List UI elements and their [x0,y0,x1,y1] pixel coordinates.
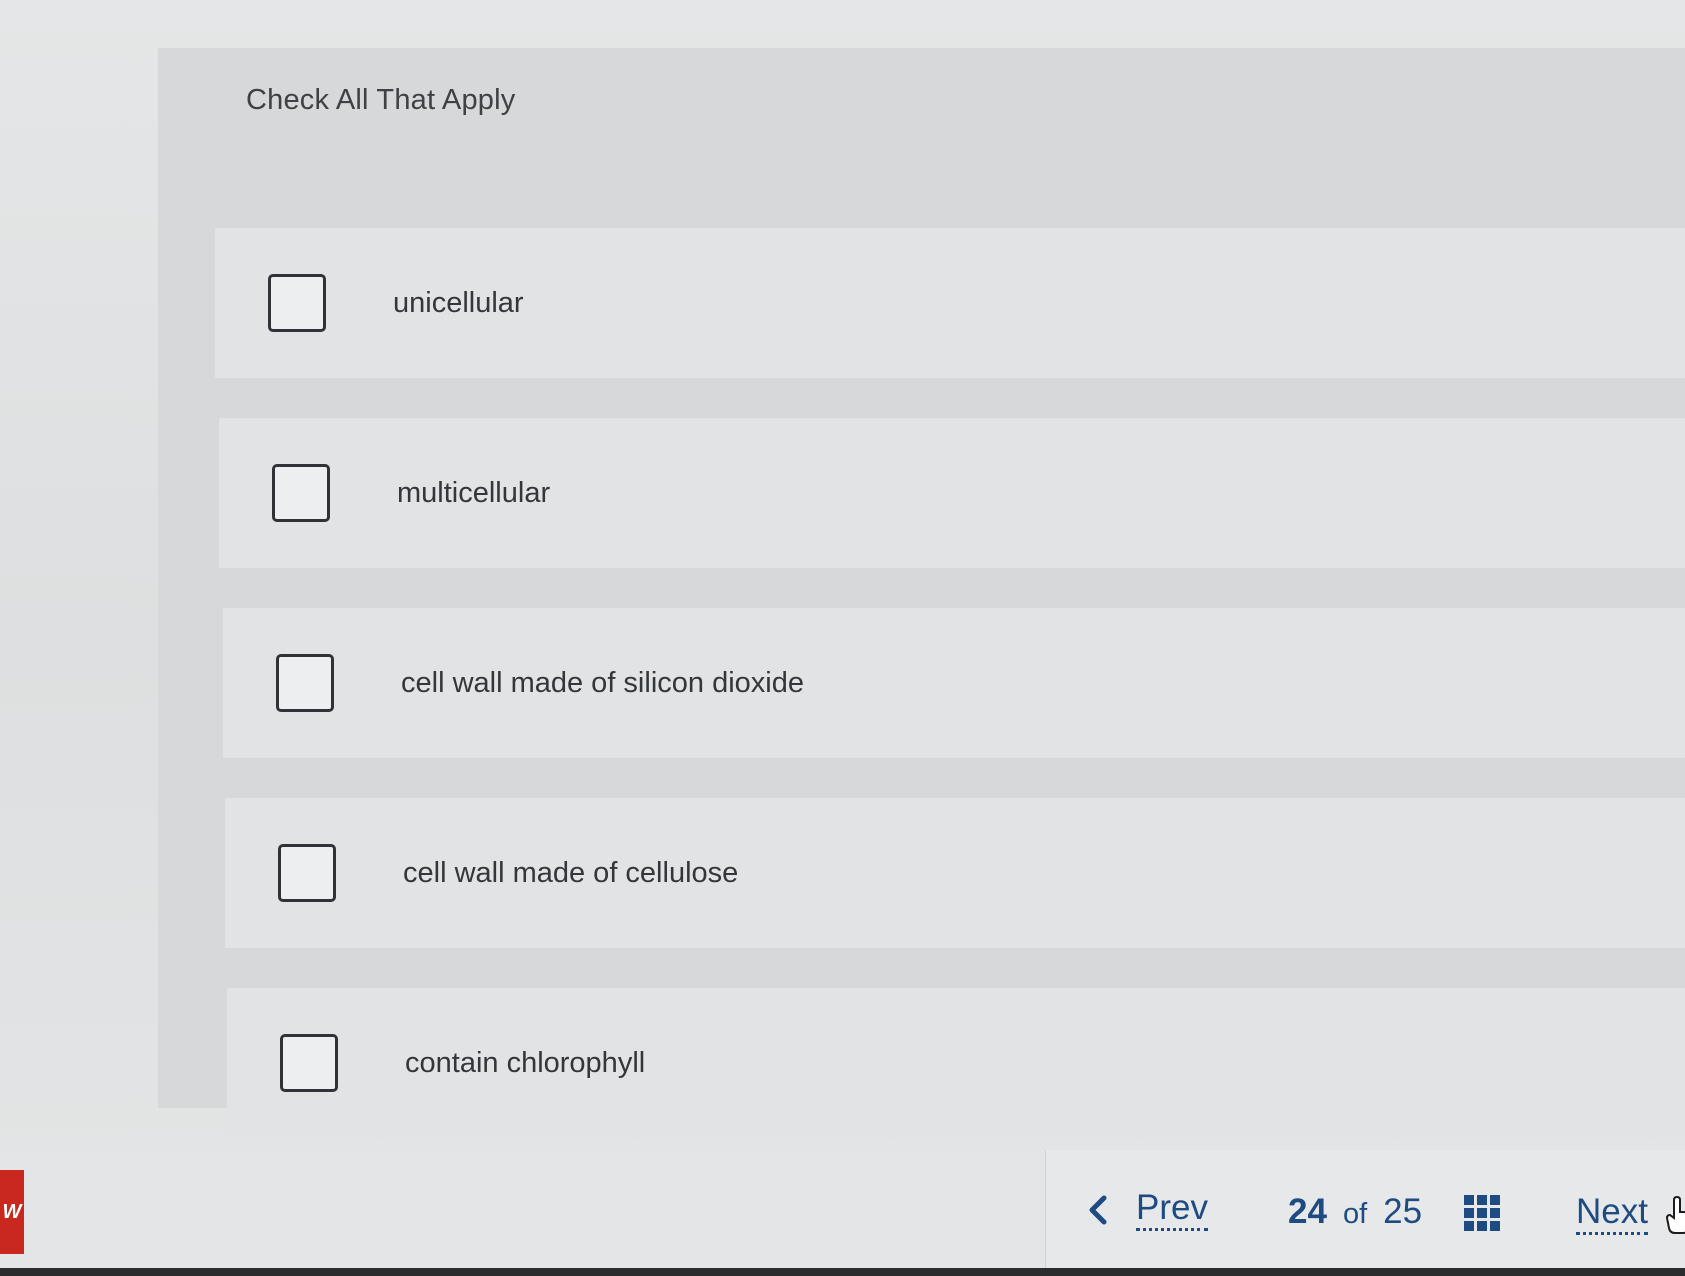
next-button[interactable]: Next [1576,1192,1648,1235]
option-checkbox[interactable] [280,1034,338,1092]
answer-option[interactable]: multicellular [219,418,1685,568]
option-checkbox[interactable] [278,844,336,902]
answer-option[interactable]: contain chlorophyll [227,988,1685,1138]
total-pages-number: 25 [1383,1192,1423,1231]
option-checkbox[interactable] [272,464,330,522]
question-instruction: Check All That Apply [246,84,516,116]
answer-options-list: unicellular multicellular cell wall made… [215,228,1685,1178]
answer-option[interactable]: cell wall made of silicon dioxide [223,608,1685,758]
option-label[interactable]: unicellular [393,287,524,320]
brand-logo-text: W [2,1200,22,1223]
answer-option[interactable]: cell wall made of cellulose [225,798,1685,948]
prev-button[interactable]: Prev [1080,1188,1208,1231]
page-counter: 24 of 25 [1288,1192,1422,1232]
option-label[interactable]: cell wall made of silicon dioxide [401,667,804,700]
option-checkbox[interactable] [276,654,334,712]
brand-logo: W [0,1170,24,1254]
screen-bottom-edge [0,1268,1685,1276]
option-label[interactable]: contain chlorophyll [405,1047,645,1080]
option-label[interactable]: multicellular [397,477,550,510]
option-checkbox[interactable] [268,274,326,332]
answer-option[interactable]: unicellular [215,228,1685,378]
page-of-label: of [1342,1198,1368,1230]
hand-cursor-icon [1666,1196,1685,1234]
option-label[interactable]: cell wall made of cellulose [403,857,738,890]
prev-label[interactable]: Prev [1136,1188,1208,1231]
chevron-left-icon [1089,1195,1107,1224]
current-page-number: 24 [1288,1192,1327,1231]
grid-icon[interactable] [1462,1193,1502,1233]
